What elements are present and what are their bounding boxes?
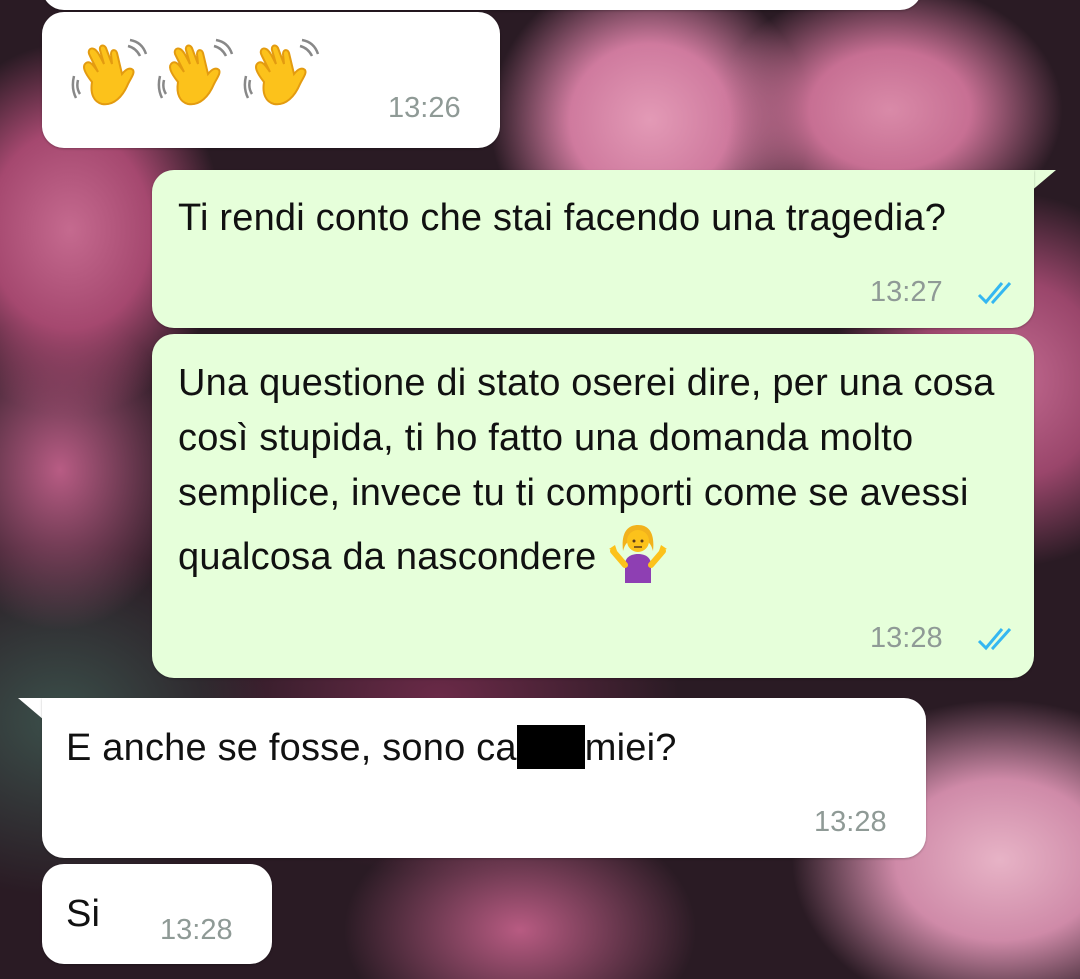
message-bubble-partial[interactable]: [42, 0, 922, 10]
message-bubble-outgoing[interactable]: Ti rendi conto che stai facendo una trag…: [152, 170, 1034, 328]
message-text-before: E anche se fosse, sono ca: [66, 727, 517, 769]
bubble-tail: [18, 698, 44, 720]
waving-hand-icon: [243, 38, 320, 106]
waving-hand-icon: [157, 38, 234, 106]
message-bubble-incoming[interactable]: Si 13:28: [42, 864, 272, 964]
message-time: 13:26: [388, 92, 461, 124]
read-receipt-icon: [977, 627, 1012, 651]
message-bubble-outgoing[interactable]: Una questione di stato oserei dire, per …: [152, 334, 1034, 678]
read-receipt-icon: [977, 281, 1012, 305]
redaction-block: [516, 725, 585, 769]
message-time: 13:28: [870, 622, 943, 654]
message-text: Ti rendi conto che stai facendo una trag…: [178, 197, 947, 239]
person-shrugging-icon: [609, 525, 668, 583]
message-text-body: Una questione di stato oserei dire, per …: [178, 362, 995, 578]
message-text: E anche se fosse, sono ca miei?: [66, 720, 677, 776]
message-text: Una questione di stato oserei dire, per …: [178, 356, 1008, 585]
message-time: 13:28: [160, 914, 233, 946]
waving-hand-emoji-group: [70, 36, 324, 118]
message-bubble-incoming[interactable]: E anche se fosse, sono ca miei? 13:28: [42, 698, 926, 858]
message-text-after: miei?: [584, 727, 677, 769]
waving-hand-icon: [71, 38, 148, 106]
message-time: 13:27: [870, 276, 943, 308]
message-text: Si: [66, 893, 101, 935]
message-bubble-wave[interactable]: 13:26: [42, 12, 500, 148]
message-time: 13:28: [814, 806, 887, 838]
